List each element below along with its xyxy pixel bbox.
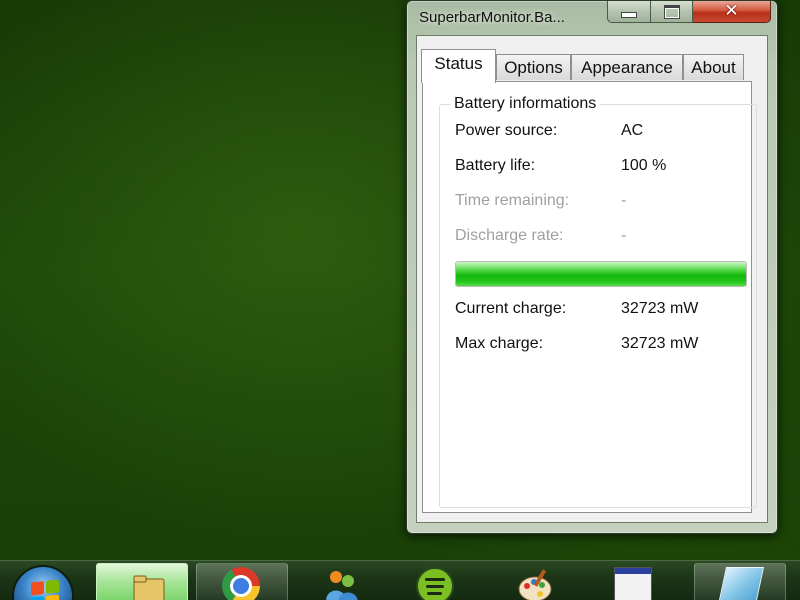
max-charge-label: Max charge: <box>455 335 544 352</box>
window-titlebar[interactable]: SuperbarMonitor.Ba... ✕ <box>407 1 777 35</box>
maximize-button[interactable] <box>651 1 693 23</box>
tab-appearance[interactable]: Appearance <box>571 54 683 80</box>
spotify-icon[interactable] <box>416 567 454 600</box>
battery-info-groupbox: Battery informations Power source: AC Ba… <box>439 95 757 508</box>
window-title: SuperbarMonitor.Ba... <box>419 9 565 26</box>
tab-status[interactable]: Status <box>421 49 496 83</box>
time-remaining-value: - <box>621 192 627 209</box>
window-client-area: Status Options Appearance About Battery … <box>416 35 768 523</box>
maximize-icon <box>663 4 680 19</box>
tab-about[interactable]: About <box>683 54 744 80</box>
desktop-background: SuperbarMonitor.Ba... ✕ Status Options A… <box>0 0 800 600</box>
close-icon: ✕ <box>724 1 739 21</box>
tab-options[interactable]: Options <box>496 54 571 80</box>
tab-strip: Status Options Appearance About <box>417 36 769 83</box>
battery-life-value: 100 % <box>621 157 667 174</box>
progress-bar-fill <box>456 262 746 286</box>
close-button[interactable]: ✕ <box>693 1 771 23</box>
paint-icon[interactable] <box>516 567 554 600</box>
max-charge-value: 32723 mW <box>621 335 699 352</box>
power-source-label: Power source: <box>455 122 558 139</box>
messenger-icon[interactable] <box>322 567 360 600</box>
minimize-icon <box>621 11 637 18</box>
groupbox-title: Battery informations <box>450 95 601 113</box>
discharge-rate-label: Discharge rate: <box>455 227 564 244</box>
start-button[interactable] <box>12 565 74 600</box>
minimize-button[interactable] <box>607 1 651 23</box>
current-charge-value: 32723 mW <box>621 300 699 317</box>
current-charge-label: Current charge: <box>455 300 567 317</box>
status-tab-page: Battery informations Power source: AC Ba… <box>422 81 757 513</box>
battery-charge-progress-bar <box>455 261 747 287</box>
windows-explorer-icon <box>133 575 165 600</box>
windows-logo-icon <box>31 579 59 600</box>
chrome-icon <box>222 567 260 600</box>
battery-life-label: Battery life: <box>455 157 536 174</box>
aero-glass-icon <box>717 567 765 600</box>
application-window-icon[interactable] <box>614 567 652 600</box>
discharge-rate-value: - <box>621 227 627 244</box>
time-remaining-label: Time remaining: <box>455 192 570 209</box>
superbar-monitor-window: SuperbarMonitor.Ba... ✕ Status Options A… <box>406 0 778 534</box>
taskbar <box>0 560 800 600</box>
power-source-value: AC <box>621 122 644 139</box>
